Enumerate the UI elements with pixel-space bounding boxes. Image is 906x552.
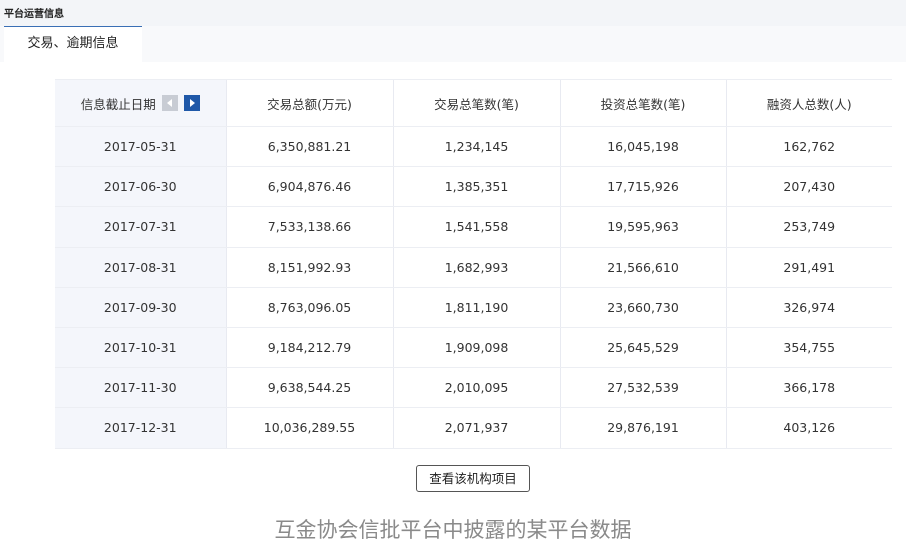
cell-total-trades: 2,010,095 <box>392 367 560 409</box>
cell-total-borrowers: 291,491 <box>725 247 892 288</box>
header-total-borrowers: 融资人总数(人) <box>725 79 892 127</box>
chevron-right-icon[interactable] <box>183 95 200 111</box>
table-header-row: 信息截止日期 交易总额(万元) 交易总笔数(笔) 投资总笔数(笔) 融资人总数(… <box>55 79 892 127</box>
cell-date: 2017-07-31 <box>55 206 226 248</box>
cell-total-trades: 1,541,558 <box>392 206 560 248</box>
cell-total-investments: 16,045,198 <box>559 126 726 168</box>
cell-date: 2017-09-30 <box>55 287 226 328</box>
cell-total-amount: 6,904,876.46 <box>225 166 393 208</box>
cell-total-amount: 9,638,544.25 <box>225 367 393 409</box>
cell-total-amount: 9,184,212.79 <box>225 327 393 369</box>
view-projects-button[interactable]: 查看该机构项目 <box>416 465 530 492</box>
cell-total-trades: 1,234,145 <box>392 126 560 168</box>
cell-total-amount: 7,533,138.66 <box>225 206 393 248</box>
section-title: 平台运营信息 <box>4 9 64 20</box>
tab-trade-overdue[interactable]: 交易、逾期信息 <box>4 26 142 62</box>
table-row: 2017-11-30 9,638,544.25 2,010,095 27,532,53… <box>55 367 892 409</box>
cell-date: 2017-08-31 <box>55 247 226 288</box>
cell-total-investments: 23,660,730 <box>559 287 726 328</box>
cell-total-trades: 1,682,993 <box>392 247 560 288</box>
cell-total-investments: 21,566,610 <box>559 247 726 288</box>
section-header: 平台运营信息 <box>0 0 906 26</box>
table-row: 2017-09-30 8,763,096.05 1,811,190 23,660,73… <box>55 287 892 328</box>
cell-date: 2017-06-30 <box>55 166 226 208</box>
table-row: 2017-08-31 8,151,992.93 1,682,993 21,566,61… <box>55 247 892 288</box>
cell-total-borrowers: 162,762 <box>725 126 892 168</box>
cell-total-borrowers: 366,178 <box>725 367 892 409</box>
cell-total-investments: 25,645,529 <box>559 327 726 369</box>
cell-total-borrowers: 326,974 <box>725 287 892 328</box>
cell-date: 2017-11-30 <box>55 367 226 409</box>
header-date-label: 信息截止日期 <box>80 96 156 112</box>
data-table-container: 信息截止日期 交易总额(万元) 交易总笔数(笔) 投资总笔数(笔) 融资人总数(… <box>55 79 892 449</box>
cell-total-amount: 6,350,881.21 <box>225 126 393 168</box>
table-row: 2017-06-30 6,904,876.46 1,385,351 17,715,92… <box>55 166 892 208</box>
table-row: 2017-07-31 7,533,138.66 1,541,558 19,595,96… <box>55 206 892 248</box>
cell-total-trades: 1,811,190 <box>392 287 560 328</box>
chevron-left-icon[interactable] <box>161 95 178 111</box>
table-row: 2017-12-31 10,036,289.55 2,071,937 29,876,1… <box>55 407 892 449</box>
header-total-investments: 投资总笔数(笔) <box>559 79 726 127</box>
tab-bar: 交易、逾期信息 <box>0 26 906 62</box>
image-caption: 互金协会信批平台中披露的某平台数据 <box>274 518 632 542</box>
cell-total-borrowers: 354,755 <box>725 327 892 369</box>
cell-total-trades: 1,909,098 <box>392 327 560 369</box>
header-total-amount: 交易总额(万元) <box>225 79 393 127</box>
cell-total-amount: 8,151,992.93 <box>225 247 393 288</box>
table-row: 2017-05-31 6,350,881.21 1,234,145 16,045,19… <box>55 126 892 168</box>
table-row: 2017-10-31 9,184,212.79 1,909,098 25,645,52… <box>55 327 892 369</box>
cell-total-trades: 2,071,937 <box>392 407 560 449</box>
header-total-trades: 交易总笔数(笔) <box>392 79 560 127</box>
cell-total-amount: 8,763,096.05 <box>225 287 393 328</box>
cell-total-trades: 1,385,351 <box>392 166 560 208</box>
cell-date: 2017-10-31 <box>55 327 226 369</box>
cell-total-investments: 27,532,539 <box>559 367 726 409</box>
cell-total-borrowers: 403,126 <box>725 407 892 449</box>
cell-total-investments: 29,876,191 <box>559 407 726 449</box>
cell-total-amount: 10,036,289.55 <box>225 407 393 449</box>
data-table: 信息截止日期 交易总额(万元) 交易总笔数(笔) 投资总笔数(笔) 融资人总数(… <box>55 79 892 449</box>
header-date: 信息截止日期 <box>55 79 226 127</box>
cell-date: 2017-12-31 <box>55 407 226 449</box>
cell-date: 2017-05-31 <box>55 126 226 168</box>
table-body: 2017-05-31 6,350,881.21 1,234,145 16,045,19… <box>55 126 892 449</box>
cell-total-investments: 17,715,926 <box>559 166 726 208</box>
cell-total-borrowers: 253,749 <box>725 206 892 248</box>
cell-total-borrowers: 207,430 <box>725 166 892 208</box>
cell-total-investments: 19,595,963 <box>559 206 726 248</box>
